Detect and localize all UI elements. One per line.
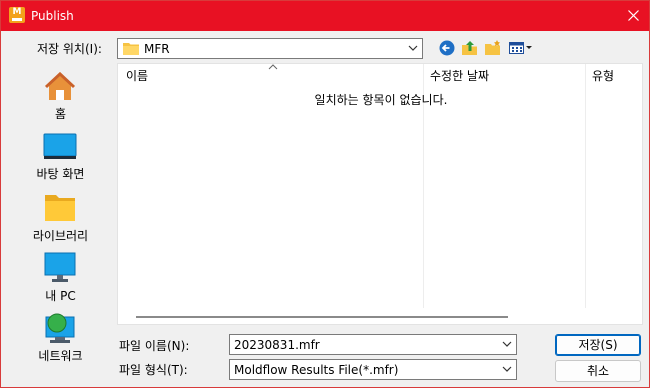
location-label: 저장 위치(I): (37, 42, 102, 56)
chevron-down-icon (408, 45, 418, 51)
cancel-button[interactable]: 취소 (555, 360, 641, 382)
horizontal-scrollbar[interactable] (118, 310, 642, 324)
place-label: 바탕 화면 (36, 167, 85, 181)
place-label: 홈 (54, 107, 67, 121)
chevron-down-icon (502, 341, 512, 347)
view-menu-button[interactable] (508, 39, 534, 57)
network-icon (45, 313, 75, 343)
new-folder-button[interactable] (484, 39, 502, 57)
place-label: 내 PC (45, 289, 76, 303)
up-folder-icon (462, 41, 477, 55)
location-dropdown[interactable]: MFR (117, 38, 423, 59)
library-icon (45, 195, 75, 221)
place-label: 네트워크 (38, 349, 83, 363)
pc-icon (44, 252, 76, 282)
place-home[interactable]: 홈 (9, 69, 112, 125)
chevron-down-icon (502, 366, 512, 372)
column-header-name[interactable]: 이름 (126, 68, 148, 84)
place-pc[interactable]: 내 PC (9, 251, 112, 307)
close-button[interactable] (619, 1, 649, 31)
scrollbar-thumb[interactable] (136, 316, 508, 318)
places-bar: 홈 바탕 화면 라이브러리 내 PC 네트워크 (9, 63, 112, 371)
place-label: 라이브러리 (32, 229, 89, 243)
window-title: Publish (31, 9, 74, 23)
empty-message: 일치하는 항목이 없습니다. (314, 93, 448, 107)
file-list[interactable]: 이름 수정한 날짜 유형 일치하는 항목이 없습니다. (117, 63, 643, 325)
filename-field[interactable]: 20230831.mfr (229, 334, 517, 355)
filename-value: 20230831.mfr (234, 338, 320, 352)
moldflow-app-icon: M (9, 7, 25, 23)
column-header-type[interactable]: 유형 (592, 68, 614, 84)
home-icon (45, 72, 75, 100)
sort-ascending-icon (268, 64, 278, 70)
up-folder-button[interactable] (461, 39, 479, 57)
desktop-icon (43, 133, 77, 159)
place-network[interactable]: 네트워크 (9, 311, 112, 367)
save-button[interactable]: 저장(S) (555, 334, 641, 356)
publish-dialog: M Publish 저장 위치(I): MFR 홈 바탕 화면 라이브러리 내 … (0, 0, 650, 388)
column-header-modified[interactable]: 수정한 날짜 (430, 68, 489, 84)
location-value: MFR (144, 42, 170, 56)
place-desktop[interactable]: 바탕 화면 (9, 129, 112, 185)
close-icon (628, 10, 639, 21)
back-button[interactable] (438, 39, 456, 57)
title-bar[interactable]: M Publish (1, 1, 649, 31)
view-menu-icon (509, 42, 532, 54)
filename-label: 파일 이름(N): (119, 339, 190, 353)
filetype-value: Moldflow Results File(*.mfr) (234, 363, 399, 377)
filetype-dropdown[interactable]: Moldflow Results File(*.mfr) (229, 359, 517, 380)
new-folder-icon (485, 40, 500, 55)
place-library[interactable]: 라이브러리 (9, 191, 112, 247)
folder-icon (123, 43, 139, 55)
back-arrow-icon (439, 40, 455, 56)
filetype-label: 파일 형식(T): (119, 363, 188, 377)
